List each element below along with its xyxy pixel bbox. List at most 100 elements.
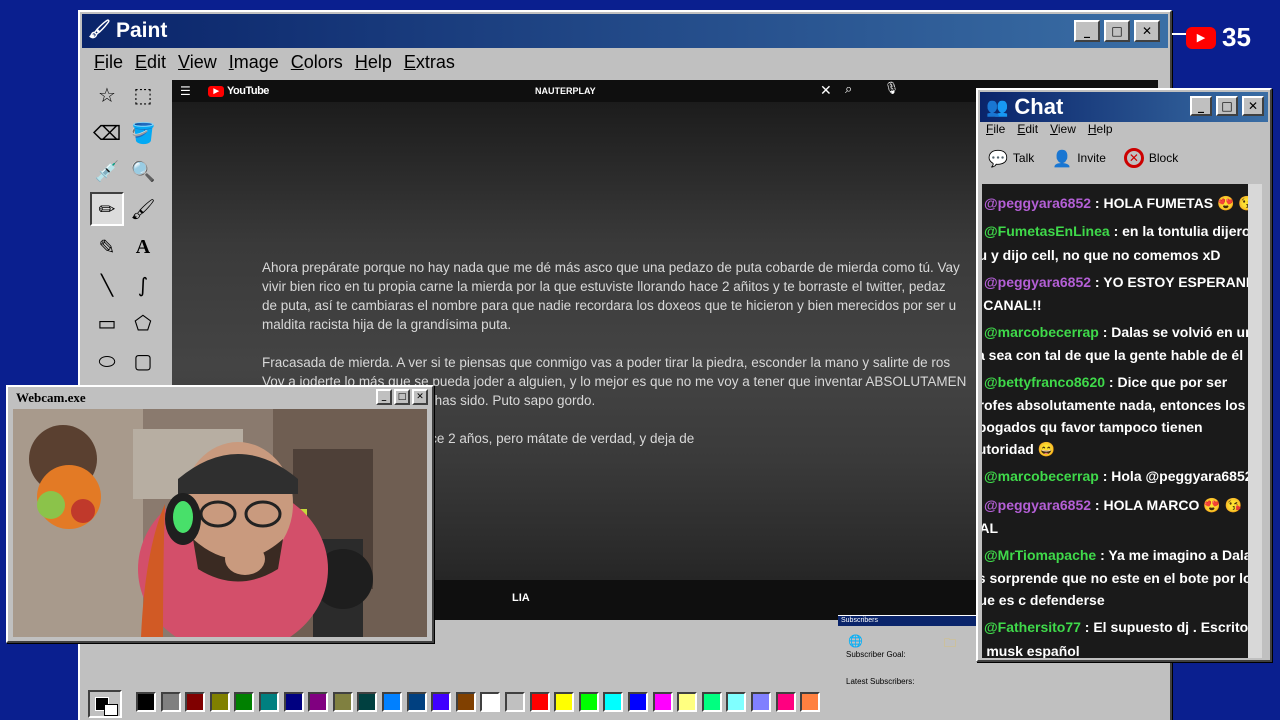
menu-file[interactable]: File: [88, 50, 129, 75]
chat-username[interactable]: @marcobecerrap: [984, 468, 1099, 484]
chat-toolbar: 💬 Talk 👤 Invite ✕ Block: [988, 148, 1178, 168]
maximize-button[interactable]: □: [394, 389, 410, 405]
chat-username[interactable]: @MrTiomapache: [984, 547, 1096, 563]
color-swatch[interactable]: [160, 692, 181, 712]
color-swatch[interactable]: [357, 692, 378, 712]
free-select-icon[interactable]: ☆: [90, 78, 124, 112]
invite-label: Invite: [1077, 151, 1106, 165]
color-swatch[interactable]: [701, 692, 722, 712]
tool-palette: ☆ ⬚ ⌫ 🪣 💉 🔍 ✏ 🖌 ✎ A ╲ ∫ ▭ ⬠ ⬭ ▢: [86, 76, 168, 394]
color-swatch[interactable]: [652, 692, 673, 712]
color-swatch[interactable]: [332, 692, 353, 712]
color-swatch[interactable]: [800, 692, 821, 712]
color-swatch[interactable]: [628, 692, 648, 712]
color-swatch[interactable]: [554, 692, 575, 712]
magnifier-icon[interactable]: 🔍: [126, 154, 160, 188]
hamburger-menu-icon[interactable]: ☰: [180, 84, 192, 98]
block-icon: ✕: [1123, 148, 1144, 168]
color-swatch[interactable]: [259, 692, 279, 712]
rounded-rect-icon[interactable]: ▢: [126, 344, 160, 378]
maximize-button[interactable]: □: [1104, 20, 1130, 42]
block-button[interactable]: ✕ Block: [1123, 148, 1178, 168]
color-swatch[interactable]: [505, 692, 525, 712]
menu-extras[interactable]: Extras: [398, 50, 461, 75]
color-swatch[interactable]: [603, 692, 624, 712]
invite-button[interactable]: 👤 Invite: [1052, 149, 1106, 168]
chat-username[interactable]: @marcobecerrap: [984, 324, 1099, 340]
menu-image[interactable]: Image: [223, 50, 285, 75]
chat-username[interactable]: @bettyfranco8620: [984, 374, 1105, 390]
color-swatch[interactable]: [455, 692, 476, 712]
color-swatch[interactable]: [677, 692, 698, 712]
color-swatch[interactable]: [751, 692, 771, 712]
paint-title: Paint: [116, 19, 168, 42]
chat-scrollbar[interactable]: [1248, 184, 1262, 658]
talk-button[interactable]: 💬 Talk: [988, 149, 1034, 168]
youtube-search-input[interactable]: NAUTERPLAY: [535, 86, 596, 96]
color-swatch[interactable]: [529, 692, 550, 712]
rect-select-icon[interactable]: ⬚: [126, 78, 160, 112]
text-tool-icon[interactable]: A: [126, 230, 160, 264]
chat-messages: ●@peggyara6852 : HOLA FUMETAS 😍 😘 ●@Fumet…: [982, 192, 1262, 658]
color-swatch[interactable]: [726, 692, 747, 712]
youtube-logo[interactable]: ▶ YouTube: [208, 85, 269, 97]
line-icon[interactable]: ╲: [90, 268, 124, 302]
curve-icon[interactable]: ∫: [126, 268, 160, 302]
current-colors[interactable]: [88, 690, 122, 718]
airbrush-icon[interactable]: ✎: [90, 230, 124, 264]
color-swatch[interactable]: [431, 692, 452, 712]
polygon-icon[interactable]: ⬠: [126, 306, 160, 340]
color-swatch[interactable]: [578, 692, 599, 712]
close-button[interactable]: ✕: [412, 389, 428, 405]
chat-username[interactable]: @Fathersito77: [984, 619, 1081, 635]
webcam-titlebar[interactable]: Webcam.exe _ □ ✕: [10, 389, 430, 407]
color-picker-icon[interactable]: 💉: [90, 154, 124, 188]
chat-window: 👥 Chat _ □ ✕ File Edit View Help 💬 Talk …: [976, 88, 1272, 662]
menu-edit[interactable]: Edit: [129, 50, 172, 75]
channel-name[interactable]: LIA: [512, 592, 530, 604]
color-swatch[interactable]: [136, 692, 156, 712]
color-swatch[interactable]: [480, 692, 501, 712]
paint-titlebar[interactable]: 🖌 Paint _ □ ✕: [82, 14, 1168, 48]
color-swatch[interactable]: [234, 692, 255, 712]
chat-titlebar[interactable]: 👥 Chat _ □ ✕: [980, 92, 1268, 122]
menu-help[interactable]: Help: [349, 50, 398, 75]
eraser-icon[interactable]: ⌫: [90, 116, 124, 150]
webcam-title: Webcam.exe: [16, 390, 86, 405]
menu-view[interactable]: View: [172, 50, 223, 75]
menu-colors[interactable]: Colors: [285, 50, 349, 75]
color-swatch[interactable]: [382, 692, 402, 712]
chat-menu-view[interactable]: View: [1050, 122, 1076, 136]
color-swatch[interactable]: [209, 692, 230, 712]
color-swatch[interactable]: [283, 692, 304, 712]
rectangle-icon[interactable]: ▭: [90, 306, 124, 340]
chat-menu-file[interactable]: File: [986, 122, 1005, 136]
minimize-button[interactable]: _: [1074, 20, 1100, 42]
chat-username[interactable]: @peggyara6852: [984, 274, 1091, 290]
pencil-icon[interactable]: ✏: [90, 192, 124, 226]
brush-icon[interactable]: 🖌: [126, 192, 160, 226]
chat-menu-edit[interactable]: Edit: [1017, 122, 1038, 136]
close-button[interactable]: ✕: [1134, 20, 1160, 42]
chat-username[interactable]: @peggyara6852: [984, 497, 1091, 513]
minimize-button[interactable]: _: [376, 389, 392, 405]
color-swatch[interactable]: [308, 692, 329, 712]
color-swatch[interactable]: [185, 692, 206, 712]
chat-message-list[interactable]: ●@peggyara6852 : HOLA FUMETAS 😍 😘 ●@Fumet…: [982, 184, 1262, 658]
clear-search-icon[interactable]: ✕: [820, 82, 832, 99]
color-swatch[interactable]: [775, 692, 796, 712]
maximize-button[interactable]: □: [1216, 96, 1238, 116]
search-icon[interactable]: ⌕: [845, 81, 852, 97]
chat-username[interactable]: @FumetasEnLinea: [984, 223, 1110, 239]
paint-menubar: File Edit View Image Colors Help Extras: [88, 50, 461, 75]
fill-bucket-icon[interactable]: 🪣: [126, 116, 160, 150]
background-color: [104, 704, 118, 716]
minimize-button[interactable]: _: [1190, 96, 1212, 116]
chat-message: ●@peggyara6852 : YO ESTOY ESPERANDO E CA…: [982, 271, 1262, 316]
chat-menu-help[interactable]: Help: [1088, 122, 1113, 136]
close-button[interactable]: ✕: [1242, 96, 1264, 116]
color-swatch[interactable]: [406, 692, 427, 712]
microphone-icon[interactable]: 🎙: [884, 81, 899, 95]
ellipse-icon[interactable]: ⬭: [90, 344, 124, 378]
chat-username[interactable]: @peggyara6852: [984, 195, 1091, 211]
